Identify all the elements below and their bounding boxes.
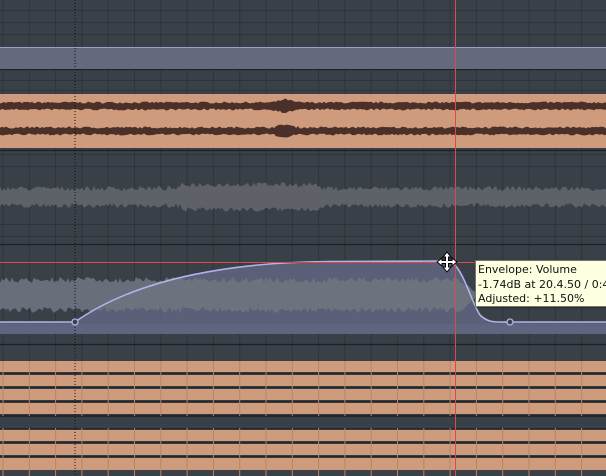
- clip-row: [0, 430, 606, 441]
- tooltip-envelope-value: -1.74dB at 20.4.50 / 0:44.5: [478, 277, 606, 291]
- envelope-point[interactable]: [71, 318, 79, 326]
- clip-row: [0, 389, 606, 400]
- clip-row: [0, 403, 606, 414]
- tooltip-adjusted-value: Adjusted: +11.50%: [478, 292, 585, 305]
- bottom-clip-rows[interactable]: [0, 361, 606, 476]
- tooltip-envelope-name: Envelope: Volume: [478, 263, 577, 276]
- envelope-lane-bottom: [0, 324, 606, 334]
- arrange-view[interactable]: Envelope: Volume -1.74dB at 20.4.50 / 0:…: [0, 0, 606, 476]
- clip-row: [0, 458, 606, 470]
- clip-row: [0, 444, 606, 455]
- envelope-point[interactable]: [506, 318, 514, 326]
- audio-item-orange[interactable]: [0, 94, 606, 148]
- track-canvas[interactable]: [0, 0, 606, 476]
- clip-row: [0, 375, 606, 386]
- clip-row: [0, 361, 606, 372]
- clip-row-gap: [0, 416, 606, 428]
- top-track-band: [0, 47, 606, 69]
- envelope-tooltip: Envelope: Volume -1.74dB at 20.4.50 / 0:…: [475, 260, 606, 307]
